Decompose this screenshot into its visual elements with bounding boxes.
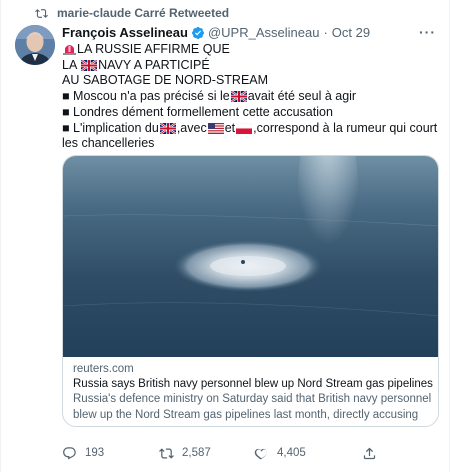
retweet-button[interactable]: 2,587 bbox=[159, 446, 211, 461]
bullet-3-mid2: et bbox=[224, 120, 236, 135]
bullet-1-post: avait été seul à agir bbox=[247, 89, 357, 104]
bullet-line-3: ■ L'implication du ,avec et ,correspond … bbox=[62, 121, 440, 152]
card-meta: reuters.com Russia says British navy per… bbox=[73, 362, 433, 426]
line-1-text: LA RUSSIE AFFIRME QUE bbox=[77, 42, 230, 56]
share-icon bbox=[363, 447, 376, 459]
tweet-header: François Asselineau @UPR_Asselineau · Oc… bbox=[62, 24, 440, 41]
retweet-count: 2,587 bbox=[182, 447, 211, 459]
bullet: ■ bbox=[62, 120, 70, 135]
card-image bbox=[63, 156, 438, 357]
more-icon[interactable]: ··· bbox=[419, 24, 436, 40]
line-2-text: NAVY A PARTICIPÉ bbox=[98, 57, 210, 72]
red-siren-emoji-icon bbox=[63, 45, 76, 55]
bullet: ■ bbox=[62, 104, 70, 119]
tweet-container[interactable]: marie-claude Carré Retweeted François As… bbox=[0, 0, 450, 472]
header-separator: · bbox=[323, 25, 328, 40]
retweet-icon bbox=[159, 447, 174, 459]
reply-button[interactable]: 193 bbox=[62, 446, 104, 461]
uk-flag-icon bbox=[230, 91, 247, 103]
bullet-3-mid1: ,avec bbox=[176, 120, 207, 135]
share-button[interactable] bbox=[362, 446, 377, 461]
tweet-line-3: AU SABOTAGE DE NORD-STREAM bbox=[62, 73, 269, 88]
reply-count: 193 bbox=[85, 447, 105, 459]
poland-flag-icon bbox=[236, 122, 253, 134]
like-button[interactable]: 4,405 bbox=[254, 446, 306, 461]
avatar-image bbox=[15, 25, 55, 65]
retweet-icon bbox=[35, 8, 48, 18]
like-count: 4,405 bbox=[277, 447, 306, 459]
tweet-text: LA RUSSIE AFFIRME QUE LA NAVY A PARTICIP… bbox=[62, 42, 440, 152]
bullet-line-1: ■ Moscou n'a pas précisé si le avait été… bbox=[62, 89, 440, 105]
card-description: Russia's defence ministry on Saturday sa… bbox=[73, 393, 432, 426]
card-title: Russia says British navy personnel blew … bbox=[73, 378, 433, 391]
author-handle[interactable]: @UPR_Asselineau bbox=[208, 25, 319, 40]
bullet-line-2: ■ Londres dément formellement cette accu… bbox=[62, 105, 440, 121]
link-card[interactable]: reuters.com Russia says British navy per… bbox=[62, 155, 439, 427]
reply-icon bbox=[63, 446, 76, 460]
tweet-actions: 193 2,587 4,405 bbox=[62, 444, 440, 462]
uk-flag-icon bbox=[159, 122, 176, 134]
retweet-label: marie-claude Carré Retweeted bbox=[57, 6, 230, 20]
retweet-context[interactable]: marie-claude Carré Retweeted bbox=[35, 6, 229, 20]
verified-badge-icon bbox=[191, 26, 204, 39]
bullet-2-text: Londres dément formellement cette accusa… bbox=[73, 104, 333, 119]
author-name[interactable]: François Asselineau bbox=[62, 25, 188, 40]
tweet-content: François Asselineau @UPR_Asselineau · Oc… bbox=[62, 24, 440, 152]
prefix-le: LA bbox=[62, 57, 81, 72]
uk-flag-icon bbox=[81, 59, 98, 71]
avatar[interactable] bbox=[15, 25, 55, 65]
heart-icon bbox=[254, 448, 267, 459]
bullet-3-pre: L'implication du bbox=[73, 120, 159, 135]
us-flag-icon bbox=[207, 122, 224, 134]
tweet-date[interactable]: Oct 29 bbox=[332, 25, 370, 40]
bullet: ■ bbox=[62, 89, 70, 104]
card-domain: reuters.com bbox=[73, 363, 134, 375]
bullet-1-pre: Moscou n'a pas précisé si le bbox=[73, 89, 230, 104]
tweet-line-2: LA NAVY A PARTICIPÉ bbox=[62, 58, 440, 74]
tweet-line-1: LA RUSSIE AFFIRME QUE bbox=[62, 42, 440, 58]
